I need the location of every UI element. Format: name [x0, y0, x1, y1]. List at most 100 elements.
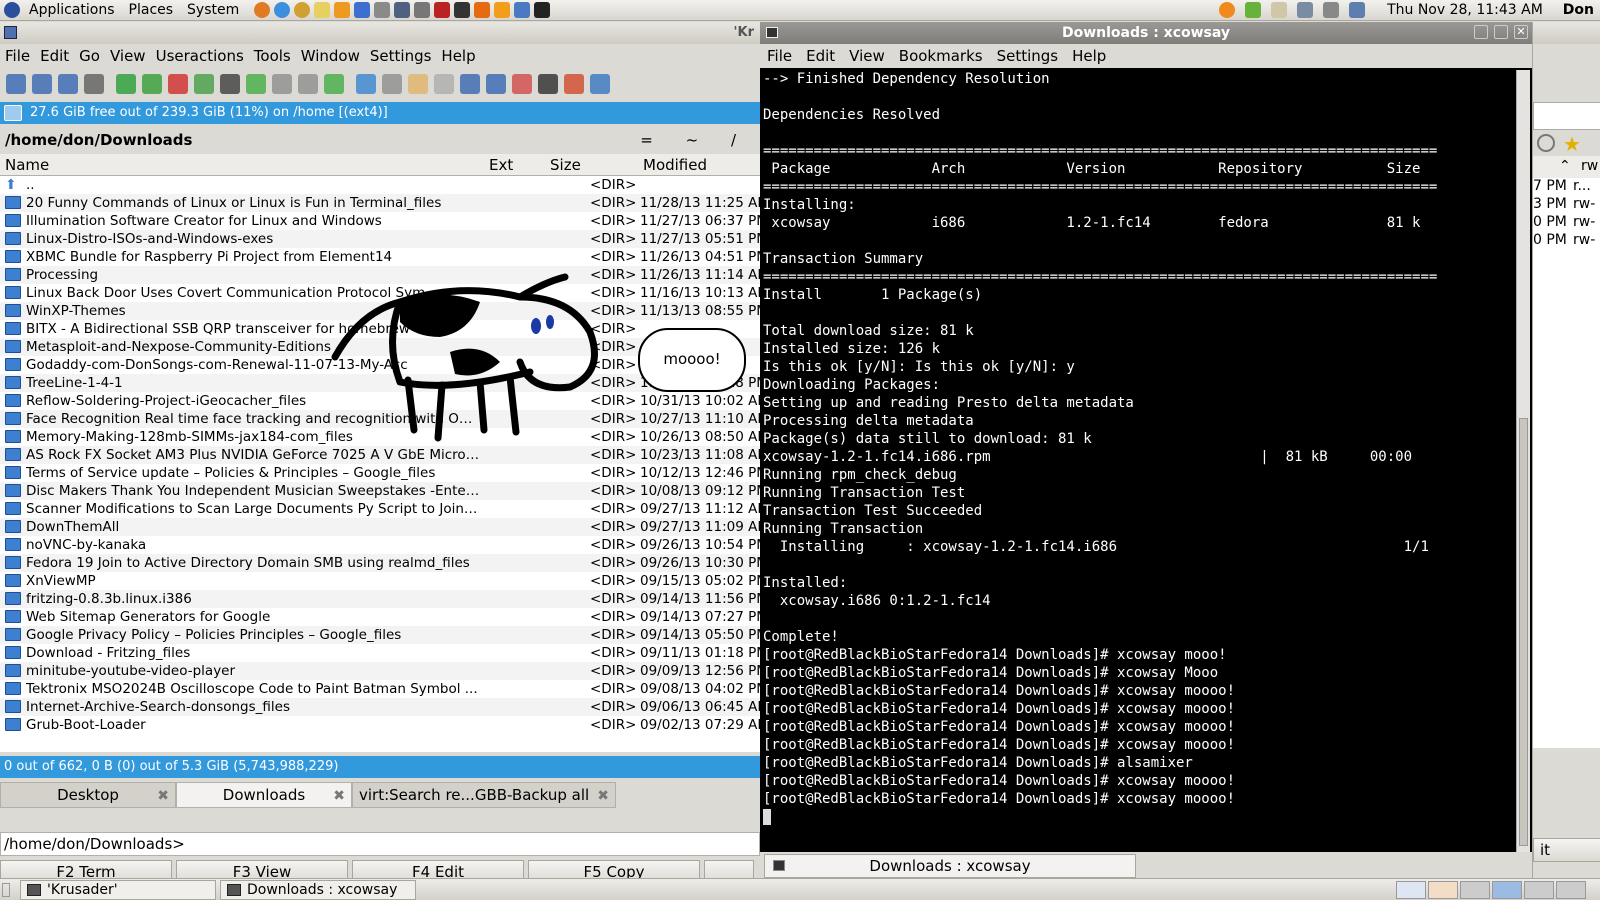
queue-icon[interactable]	[382, 74, 402, 94]
window-icon[interactable]	[414, 2, 431, 18]
menu-edit[interactable]: Edit	[799, 47, 842, 65]
gimp-icon[interactable]	[374, 2, 391, 18]
network-icon[interactable]	[1349, 2, 1366, 18]
tab-virt-search[interactable]: virt:Search re...GBB-Backup all ✖	[352, 782, 616, 808]
camera-icon[interactable]	[394, 2, 411, 18]
menu-go[interactable]: Go	[74, 47, 105, 65]
file-row[interactable]: minitube-youtube-video-player <DIR> 09/09/…	[0, 662, 760, 680]
sort-up-icon[interactable]: ⌃	[1559, 158, 1571, 174]
editor-icon[interactable]	[294, 2, 311, 18]
column-name[interactable]: Name	[5, 156, 49, 174]
menu-settings[interactable]: Settings	[990, 47, 1066, 65]
notes-icon[interactable]	[314, 2, 331, 18]
file-row[interactable]: ⬆.. <DIR>	[0, 176, 760, 194]
back-icon[interactable]	[6, 74, 26, 94]
file-row[interactable]: XnViewMP <DIR> 09/15/13 05:02 PM	[0, 572, 760, 590]
stop-icon[interactable]	[168, 74, 188, 94]
file-row[interactable]: Terms of Service update – Policies & Pri…	[0, 464, 760, 482]
workspace-4[interactable]	[1556, 881, 1586, 899]
search-icon[interactable]	[220, 74, 240, 94]
chrome-icon[interactable]	[1396, 881, 1426, 899]
user-menu[interactable]: Don	[1563, 2, 1594, 18]
vlc-icon[interactable]	[494, 2, 511, 18]
column-size[interactable]: Size	[550, 156, 581, 174]
taskbar-item-krusader[interactable]: 'Krusader'	[20, 880, 216, 900]
check-icon[interactable]	[142, 74, 162, 94]
path-shortcuts[interactable]: = ~ /	[640, 128, 750, 152]
terminal-tab[interactable]: Downloads : xcowsay	[764, 854, 1136, 878]
menu-help[interactable]: Help	[1065, 47, 1113, 65]
clock[interactable]: Thu Nov 28, 11:43 AM	[1387, 2, 1543, 18]
check-icon[interactable]	[1245, 2, 1262, 18]
menu-view[interactable]: View	[105, 47, 151, 65]
menu-bookmarks[interactable]: Bookmarks	[892, 47, 990, 65]
list-row[interactable]: 0 PM rw-	[1533, 232, 1600, 250]
terminal-scrollbar[interactable]	[1516, 70, 1530, 852]
close-icon[interactable]: ✖	[333, 784, 345, 808]
show-desktop-button[interactable]	[2, 883, 10, 897]
sun-icon[interactable]	[1219, 2, 1236, 18]
close-icon[interactable]: ✖	[597, 784, 609, 808]
menu-file[interactable]: File	[760, 47, 799, 65]
star-icon[interactable]: ★	[1563, 132, 1581, 156]
workspace-1[interactable]	[1460, 881, 1490, 899]
file-row[interactable]: Grub-Boot-Loader <DIR> 09/02/13 07:29 AM	[0, 716, 760, 734]
fedora-icon[interactable]	[4, 2, 20, 18]
pencil-icon[interactable]	[334, 2, 351, 18]
column-modified[interactable]: Modified	[643, 156, 707, 174]
close-icon[interactable]: ✖	[157, 784, 169, 808]
network-icon[interactable]	[514, 2, 531, 18]
copy-icon[interactable]	[272, 74, 292, 94]
list-row[interactable]: 3 PM rw-	[1533, 196, 1600, 214]
forward-icon[interactable]	[32, 74, 52, 94]
home-icon[interactable]	[84, 74, 104, 94]
minimize-icon[interactable]	[1474, 25, 1488, 39]
mount-icon[interactable]	[408, 74, 428, 94]
path-bar[interactable]: /home/don/Downloads = ~ /	[0, 128, 760, 152]
file-row[interactable]: Fedora 19 Join to Active Directory Domai…	[0, 554, 760, 572]
list-row[interactable]: 0 PM rw-	[1533, 214, 1600, 232]
file-row[interactable]: DownThemAll <DIR> 09/27/13 11:09 AM	[0, 518, 760, 536]
applications-menu[interactable]: Applications	[22, 2, 122, 18]
file-row[interactable]: Disc Makers Thank You Independent Musici…	[0, 482, 760, 500]
workspace-2[interactable]	[1492, 881, 1522, 899]
tab-desktop[interactable]: Desktop ✖	[0, 782, 176, 808]
taskbar-item-terminal[interactable]: Downloads : xcowsay	[220, 880, 416, 900]
menu-settings[interactable]: Settings	[365, 47, 437, 65]
anonymous-icon[interactable]	[454, 2, 471, 18]
new-folder-icon[interactable]	[246, 74, 266, 94]
chrome-icon[interactable]	[274, 2, 291, 18]
compare-icon[interactable]	[194, 74, 214, 94]
volume-icon[interactable]	[1323, 2, 1340, 18]
cowsay-icon[interactable]	[434, 2, 451, 18]
file-row[interactable]: noVNC-by-kanaka <DIR> 09/26/13 10:54 PM	[0, 536, 760, 554]
avast-icon[interactable]	[474, 2, 491, 18]
workspace-3[interactable]	[1524, 881, 1554, 899]
up-icon[interactable]	[58, 74, 78, 94]
menu-help[interactable]: Help	[436, 47, 480, 65]
zoom-in-icon[interactable]	[460, 74, 480, 94]
column-ext[interactable]: Ext	[489, 156, 513, 174]
menu-edit[interactable]: Edit	[35, 47, 74, 65]
sync-icon[interactable]	[356, 74, 376, 94]
places-menu[interactable]: Places	[122, 2, 181, 18]
spell-icon[interactable]	[512, 74, 532, 94]
file-row[interactable]: Scanner Modifications to Scan Large Docu…	[0, 500, 760, 518]
menu-window[interactable]: Window	[296, 47, 365, 65]
file-row[interactable]: Tektronix MSO2024B Oscilloscope Code to …	[0, 680, 760, 698]
tab-downloads[interactable]: Downloads ✖	[176, 782, 352, 808]
krusader-titlebar[interactable]: 'Kr	[0, 22, 760, 44]
calendar-icon[interactable]	[564, 74, 584, 94]
maximize-icon[interactable]	[1494, 25, 1508, 39]
terminal-icon[interactable]	[538, 74, 558, 94]
terminal-icon[interactable]	[534, 2, 551, 18]
command-line[interactable]: /home/don/Downloads>	[0, 832, 760, 856]
menu-view[interactable]: View	[842, 47, 892, 65]
clipboard-icon[interactable]	[1271, 2, 1288, 18]
clock-icon[interactable]	[1537, 134, 1555, 152]
firefox-icon[interactable]	[1428, 881, 1458, 899]
window-icon[interactable]	[590, 74, 610, 94]
file-row[interactable]: Internet-Archive-Search-donsongs_files <D…	[0, 698, 760, 716]
file-row[interactable]: Web Sitemap Generators for Google <DIR> 09…	[0, 608, 760, 626]
shield-icon[interactable]	[354, 2, 371, 18]
